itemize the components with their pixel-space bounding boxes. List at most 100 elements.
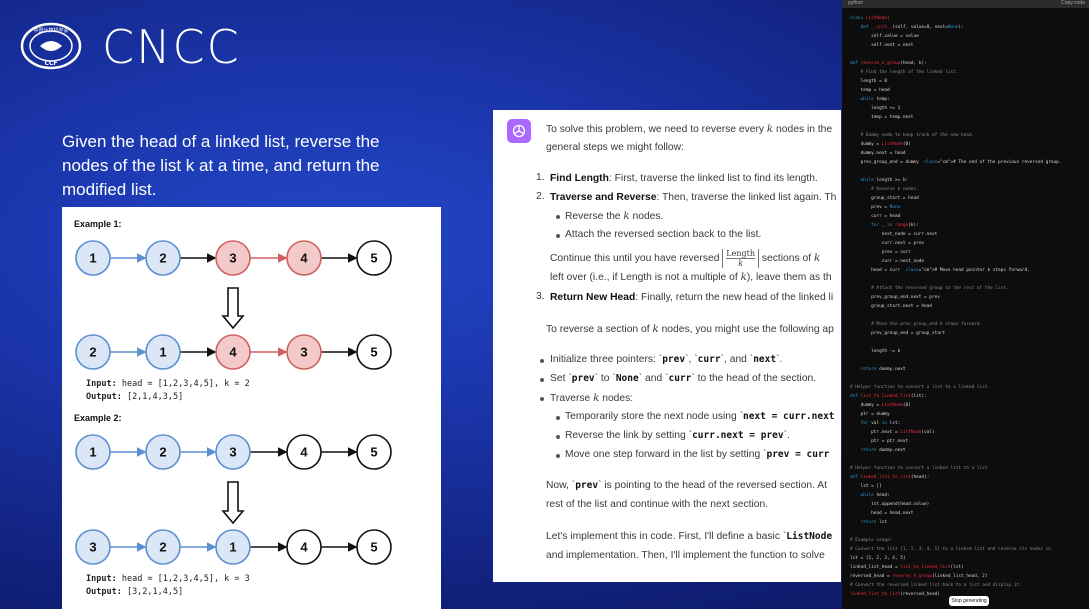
code-line: prev_group_end = dummy class="cm"># The … [850, 160, 1062, 165]
ccf-seal-logo: 中国计算机学会 CCF [20, 22, 82, 70]
step-find-length: Find Length: First, traverse the linked … [550, 173, 818, 184]
bullet-dot [540, 397, 544, 401]
code-line: prev = curr [850, 250, 911, 255]
code-line: ptr = dummy [850, 412, 890, 417]
code-line: lst = [] [850, 484, 882, 489]
output-label: Output: [86, 587, 122, 597]
input-value: head = [1,2,3,4,5], k = 3 [116, 574, 250, 584]
copy-code-button[interactable]: Copy code [1061, 0, 1085, 6]
code-line: prev = None [850, 205, 901, 210]
length-over-k-fraction: Length k [722, 249, 759, 268]
node-value: 3 [300, 345, 307, 360]
bullet-reverse-link: Reverse the link by setting `curr.next =… [565, 430, 790, 441]
code-line: group_start = head [850, 196, 919, 201]
code-line: # Convert the list [1, 2, 3, 4, 5] to a … [850, 547, 1051, 552]
code-line: prev_group_end.next = prev [850, 295, 940, 300]
code-line: curr.next = prev [850, 241, 925, 246]
input-label: Input: [86, 379, 117, 389]
code-line: def list_to_linked_list(lst): [850, 394, 927, 399]
code-line: while length >= k: [860, 178, 909, 183]
step-number: 3. [536, 291, 545, 302]
code-line: dummy = ListNode(0) [850, 403, 911, 408]
code-line: linked_list_to_list(reversed_head) [850, 592, 940, 597]
output-value: [2,1,4,3,5] [121, 392, 184, 402]
example-1-input: Input: head = [1,2,3,4,5], k = 2 [86, 379, 250, 389]
bullet-move-forward: Move one step forward in the list by set… [565, 449, 830, 460]
sub-step-reverse: Reverse the k nodes. [565, 210, 664, 222]
reverse-section-line: To reverse a section of k nodes, you mig… [546, 323, 834, 335]
leftover-line: left over (i.e., if Length is not a mult… [550, 271, 832, 283]
transform-down-arrow [221, 481, 245, 525]
bullet-set-pointers: Set `prev` to `None` and `curr` to the h… [550, 373, 817, 384]
code-line: return dummy.next [860, 367, 906, 372]
openai-logo-icon [512, 124, 526, 138]
code-line: # Find the length of the linked list. [850, 70, 959, 75]
chat-intro-line-1: To solve this problem, we need to revers… [546, 123, 833, 135]
code-line: # Move the prev_group_end k steps forwar… [850, 322, 983, 327]
node-value: 3 [229, 251, 236, 266]
chat-response-panel: To solve this problem, we need to revers… [493, 110, 841, 582]
example-2-input: Input: head = [1,2,3,4,5], k = 3 [86, 574, 250, 584]
step-return-head: Return New Head: Finally, return the new… [550, 292, 834, 303]
logo-area: 中国计算机学会 CCF CNCC [20, 18, 250, 74]
step-number: 1. [536, 172, 545, 183]
seal-text-bottom: CCF [45, 60, 58, 67]
code-line: curr = next_node [850, 259, 925, 264]
node-value: 4 [300, 445, 308, 460]
node-value: 3 [229, 445, 236, 460]
node-value: 1 [89, 445, 96, 460]
impl-line-2: and implementation. Then, I'll implement… [546, 550, 825, 561]
code-line: head = head.next [850, 511, 914, 516]
code-line: # Dummy node to keep track of the new he… [850, 133, 975, 138]
code-line: for _ in range(k): [871, 223, 919, 228]
stop-generating-button[interactable]: Stop generating [949, 596, 989, 606]
node-value: 5 [370, 540, 377, 555]
code-line: reversed_head = reverse_k_group(linked_l… [850, 574, 988, 579]
output-label: Output: [86, 392, 122, 402]
bullet-dot [556, 416, 560, 420]
code-line: length -= k [850, 349, 901, 354]
assistant-avatar [507, 119, 531, 143]
node-value: 1 [229, 540, 236, 555]
code-line: return dummy.next [860, 448, 906, 453]
node-value: 5 [370, 445, 377, 460]
code-line: temp = temp.next [850, 115, 914, 120]
code-line: # Helper function to convert a list to a… [850, 385, 991, 390]
bullet-dot [556, 435, 560, 439]
now-line-1: Now, `prev` is pointing to the head of t… [546, 480, 828, 491]
code-line: lst.append(head.value) [850, 502, 930, 507]
bullet-temp-store: Temporarily store the next node using `n… [565, 411, 835, 422]
input-label: Input: [86, 574, 117, 584]
brand-name: CNCC [102, 20, 241, 74]
continue-line: Continue this until you have reversed Le… [550, 249, 821, 268]
code-line: self.next = next [850, 43, 914, 48]
bullet-dot [556, 454, 560, 458]
impl-line-1: Let's implement this in code. First, I'l… [546, 531, 833, 542]
code-language-label: python [848, 0, 864, 6]
code-line: curr = head [850, 214, 901, 219]
code-line: # Example usage: [850, 538, 893, 543]
transform-down-arrow [221, 287, 245, 330]
now-line-2: rest of the list and continue with the n… [546, 499, 769, 510]
node-value: 2 [159, 445, 166, 460]
code-line: length += 1 [850, 106, 901, 111]
node-value: 5 [370, 251, 377, 266]
node-value: 5 [370, 345, 377, 360]
code-line: prev_group_end = group_start [850, 331, 946, 336]
step-number: 2. [536, 191, 545, 202]
code-line: dummy.next = head [850, 151, 906, 156]
node-value: 2 [159, 540, 166, 555]
code-line: def __init__(self, value=0, next=None): [860, 25, 964, 30]
bullet-init-pointers: Initialize three pointers: `prev`, `curr… [550, 354, 783, 365]
code-line: while head: [860, 493, 890, 498]
problem-line: Given the head of a linked list, reverse… [62, 132, 380, 151]
code-line: # Reverse k nodes. [850, 187, 919, 192]
code-line: group_start.next = head [850, 304, 932, 309]
bullet-traverse: Traverse k nodes: [550, 392, 634, 404]
code-line: # Convert the reversed linked list back … [850, 583, 1022, 588]
seal-text-top: 中国计算机学会 [33, 27, 68, 34]
output-value: [3,2,1,4,5] [121, 587, 184, 597]
code-line: return lst [860, 520, 888, 525]
code-line: dummy = ListNode(0) [850, 142, 911, 147]
bullet-dot [556, 234, 560, 238]
